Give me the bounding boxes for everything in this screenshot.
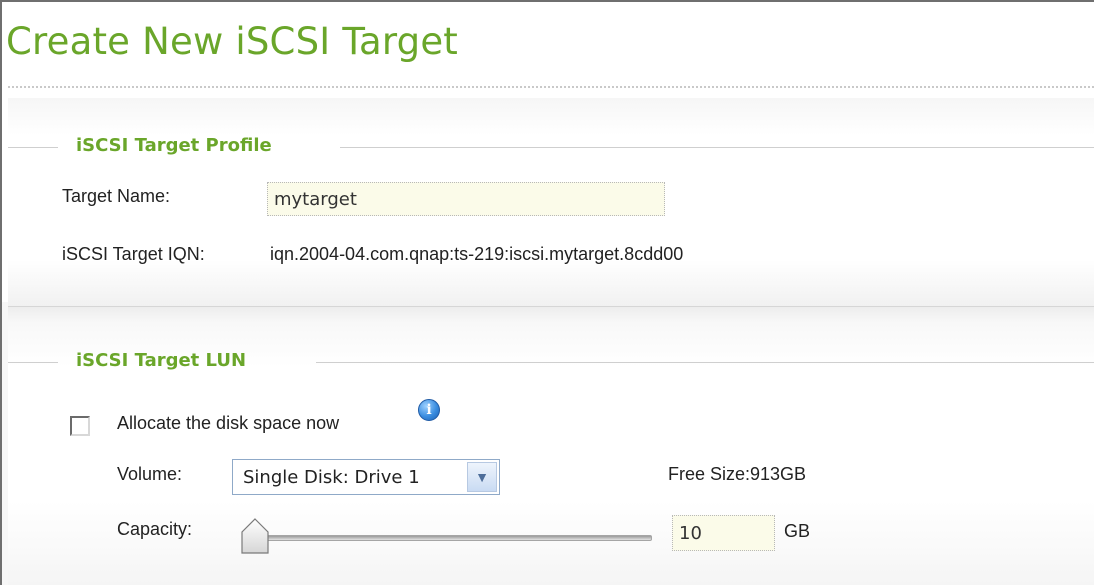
title-divider xyxy=(8,86,1094,88)
capacity-label: Capacity: xyxy=(117,519,193,539)
legend-line-right xyxy=(340,147,1094,148)
target-name-input[interactable] xyxy=(267,182,665,216)
capacity-slider-track[interactable] xyxy=(245,535,652,541)
volume-select-value: Single Disk: Drive 1 xyxy=(243,467,420,488)
lun-legend: iSCSI Target LUN xyxy=(76,350,247,371)
chevron-down-icon[interactable]: ▼ xyxy=(467,462,497,492)
page-title: Create New iSCSI Target xyxy=(6,20,458,63)
volume-label: Volume: xyxy=(117,464,183,484)
capacity-slider-thumb[interactable] xyxy=(241,518,269,554)
iqn-value: iqn.2004-04.com.qnap:ts-219:iscsi.mytarg… xyxy=(270,244,684,264)
capacity-unit: GB xyxy=(784,521,811,541)
legend-line-right xyxy=(316,362,1094,363)
iqn-label: iSCSI Target IQN: xyxy=(62,244,205,264)
allocate-label: Allocate the disk space now xyxy=(117,413,340,433)
profile-legend: iSCSI Target Profile xyxy=(76,135,272,156)
section-divider xyxy=(8,306,1094,307)
lun-section xyxy=(8,306,1094,585)
volume-select[interactable]: Single Disk: Drive 1 ▼ xyxy=(232,459,500,495)
target-name-label: Target Name: xyxy=(62,186,171,206)
legend-line-left xyxy=(8,362,58,363)
allocate-checkbox[interactable] xyxy=(70,416,90,436)
info-icon[interactable]: i xyxy=(418,399,440,421)
free-size-text: Free Size:913GB xyxy=(668,464,807,484)
capacity-input[interactable] xyxy=(672,515,775,551)
legend-line-left xyxy=(8,147,58,148)
